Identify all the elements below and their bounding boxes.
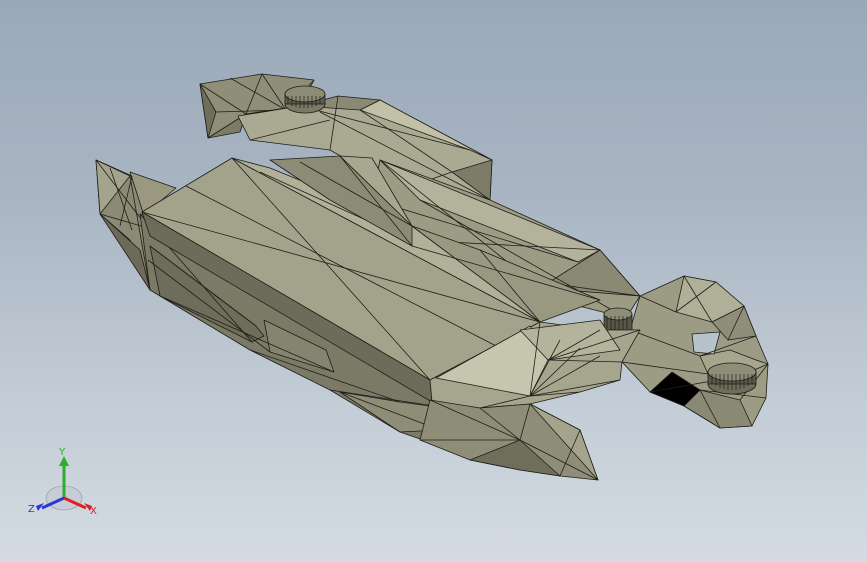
z-axis-label: Z bbox=[28, 504, 35, 515]
faceted-hull-model[interactable] bbox=[0, 0, 867, 562]
graphics-viewport[interactable]: Y X Z bbox=[0, 0, 867, 562]
y-axis-label: Y bbox=[59, 447, 66, 458]
rear-boss bbox=[284, 85, 326, 114]
coordinate-triad: Y X Z bbox=[24, 448, 104, 528]
lower-keel bbox=[419, 399, 599, 481]
x-axis-label: X bbox=[90, 506, 97, 517]
front-boss-right bbox=[707, 362, 757, 395]
front-fork bbox=[621, 275, 769, 429]
